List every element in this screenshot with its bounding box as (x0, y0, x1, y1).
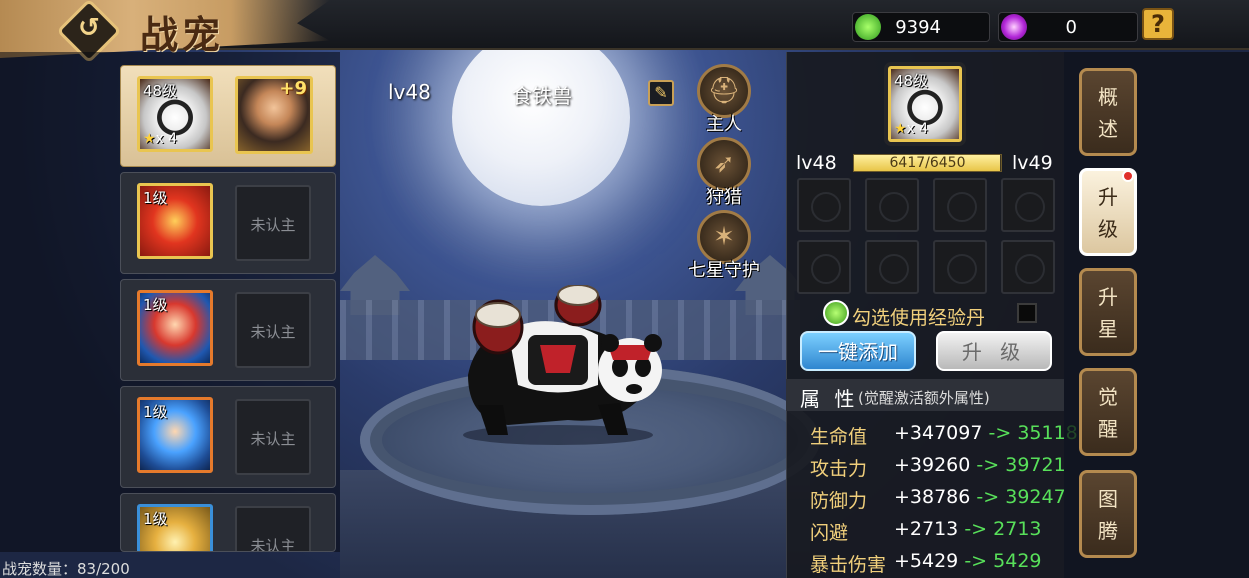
pet-level: 1级 (143, 403, 168, 421)
attribute-name: 闪避 (810, 522, 849, 544)
pet-row[interactable]: 1级 未认主 (120, 279, 336, 381)
star-count: ★x 4 (143, 131, 178, 147)
pet-level: 1级 (143, 510, 168, 528)
panda-pet[interactable] (448, 285, 668, 445)
currency-value: 9394 (895, 17, 941, 38)
attribute-name: 暴击伤害 (810, 554, 887, 576)
pet-list: 48级 ★x 4 +9 1级 未认主 1级 未认主 1级 未认主 1级 未认主 (0, 52, 340, 552)
owner-empty-label: 未认主 (250, 537, 296, 552)
exp-bar: 6417/6450 (853, 154, 1002, 172)
star-icon: ★ (143, 131, 156, 147)
pet-count: 战宠数量：83/200 (2, 560, 130, 578)
owner-empty-label: 未认主 (250, 430, 296, 448)
next-level: lv49 (1012, 152, 1053, 174)
pet-row[interactable]: 48级 ★x 4 +9 (120, 65, 336, 167)
star-icon: ★ (894, 121, 907, 137)
exp-item-slot[interactable] (933, 178, 987, 232)
attribute-values: +39260 -> 39721 (894, 454, 1066, 476)
tab-awaken[interactable]: 觉醒 (1079, 368, 1137, 456)
notification-dot (1122, 170, 1134, 182)
attributes-subtitle: (觉醒激活额外属性) (858, 389, 990, 407)
owner-slot[interactable]: 未认主 (235, 506, 311, 552)
attribute-name: 防御力 (810, 490, 868, 512)
exp-item-slot[interactable] (865, 240, 919, 294)
owner-slot[interactable]: 未认主 (235, 292, 311, 368)
pet-level: 1级 (143, 189, 168, 207)
hunt-action-label: 狩猎 (706, 187, 742, 208)
pet-level: 48级 (143, 82, 178, 100)
attribute-values: +347097 -> 351188 (894, 422, 1090, 444)
exp-item-slot[interactable] (797, 178, 851, 232)
exp-pill-icon (823, 300, 849, 326)
owner-portrait[interactable]: +9 (235, 76, 313, 154)
upgrade-button[interactable]: 升 级 (936, 331, 1052, 371)
currency-purple-orb[interactable]: 0 (998, 12, 1138, 42)
attribute-name: 攻击力 (810, 458, 868, 480)
pet-row[interactable]: 1级 未认主 (120, 493, 336, 552)
pet-thumb[interactable]: 1级 (137, 397, 213, 473)
pet-thumb[interactable]: 1级 (137, 290, 213, 366)
pet-thumb-panda[interactable]: 48级 ★x 4 (137, 76, 213, 152)
owner-slot[interactable]: 未认主 (235, 399, 311, 475)
pet-row[interactable]: 1级 未认主 (120, 386, 336, 488)
selected-pet-thumb: 48级 ★x 4 (888, 66, 962, 142)
use-exp-pill-checkbox[interactable] (1017, 303, 1037, 323)
owner-plus: +9 (279, 78, 307, 99)
exp-text: 6417/6450 (889, 155, 966, 171)
attribute-values: +38786 -> 39247 (894, 486, 1066, 508)
top-bar: ↺ 战宠 9394 0 ? (0, 0, 1249, 64)
tab-star-up[interactable]: 升星 (1079, 268, 1137, 356)
current-level: lv48 (796, 152, 837, 174)
pet-level: 1级 (143, 296, 168, 314)
back-arrow-icon: ↺ (78, 13, 100, 44)
owner-empty-label: 未认主 (250, 216, 296, 234)
page-title: 战宠 (140, 13, 225, 57)
rename-button[interactable]: ✎ (648, 80, 674, 106)
pet-row[interactable]: 1级 未认主 (120, 172, 336, 274)
pet-level-label: lv48 (388, 80, 431, 104)
currency-value: 0 (1065, 17, 1077, 38)
moon (452, 28, 630, 206)
owner-action-label: 主人 (706, 114, 742, 135)
bow-icon: ➶ (713, 149, 735, 179)
help-button[interactable]: ? (1142, 8, 1174, 40)
attribute-name: 生命值 (810, 426, 868, 448)
purple-orb-icon (1001, 14, 1027, 40)
exp-item-slot[interactable] (1001, 178, 1055, 232)
exp-item-slot[interactable] (797, 240, 851, 294)
seven-star-label: 七星守护 (688, 260, 760, 281)
owner-empty-label: 未认主 (250, 323, 296, 341)
tab-overview[interactable]: 概述 (1079, 68, 1137, 156)
pencil-icon: ✎ (654, 83, 668, 102)
pet-thumb[interactable]: 1级 (137, 504, 213, 551)
constellation-icon: ✶ (713, 222, 735, 252)
owner-slot[interactable]: 未认主 (235, 185, 311, 261)
attribute-values: +5429 -> 5429 (894, 550, 1042, 572)
exp-item-slot[interactable] (865, 178, 919, 232)
helmet-icon: ⛑ (707, 76, 741, 106)
exp-item-slot[interactable] (1001, 240, 1055, 294)
exp-item-slot[interactable] (933, 240, 987, 294)
star-count: ★x 4 (894, 121, 929, 137)
pet-thumb[interactable]: 1级 (137, 183, 213, 259)
tab-totem[interactable]: 图腾 (1079, 470, 1137, 558)
pet-level: 48级 (894, 72, 929, 90)
auto-add-button[interactable]: 一键添加 (800, 331, 916, 371)
attribute-values: +2713 -> 2713 (894, 518, 1042, 540)
pet-name: 食铁兽 (512, 84, 572, 108)
green-gem-icon (855, 14, 881, 40)
exp-pill-label: 勾选使用经验丹 (852, 307, 986, 329)
attributes-title: 属 性 (800, 387, 859, 411)
currency-green-gem[interactable]: 9394 (852, 12, 990, 42)
